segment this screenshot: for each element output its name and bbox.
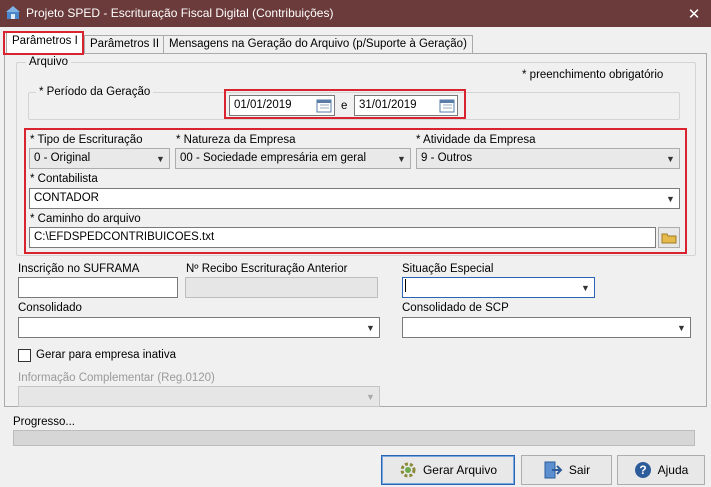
svg-text:?: ? [639,463,646,477]
ajuda-button[interactable]: ? Ajuda [617,455,705,485]
chevron-down-icon: ▼ [366,391,375,402]
chevron-down-icon: ▼ [677,322,686,333]
help-icon: ? [634,462,651,478]
consolidado-label: Consolidado [18,302,82,314]
recibo-field [185,277,378,298]
highlight-periodo [224,89,466,119]
consolidado-scp-label: Consolidado de SCP [402,302,509,314]
periodo-label: * Período da Geração [36,86,154,98]
chevron-down-icon: ▼ [366,322,375,333]
suframa-field[interactable] [18,277,178,298]
info-comp-label: Informação Complementar (Reg.0120) [18,372,215,384]
tab-mensagens[interactable]: Mensagens na Geração do Arquivo (p/Supor… [163,35,473,53]
consolidado-select[interactable]: ▼ [18,317,380,338]
arquivo-group-label: Arquivo [26,56,71,68]
highlight-tab [3,31,84,55]
situacao-label: Situação Especial [402,263,494,275]
progress-bar [13,430,695,446]
gerar-arquivo-button[interactable]: Gerar Arquivo [381,455,515,485]
window-title: Projeto SPED - Escrituração Fiscal Digit… [26,6,334,20]
close-button[interactable]: ✕ [677,0,711,27]
required-note: * preenchimento obrigatório [522,69,664,81]
chevron-down-icon: ▼ [581,282,590,293]
info-comp-select: ▼ [18,386,380,407]
progress-label: Progresso... [13,416,75,428]
tab-parametros-ii[interactable]: Parâmetros II [84,35,166,53]
app-icon [6,6,20,19]
gear-icon [400,462,416,478]
text-caret [405,279,406,292]
exit-door-icon [544,461,563,479]
title-bar: Projeto SPED - Escrituração Fiscal Digit… [0,0,711,27]
inativa-checkbox[interactable] [18,349,31,362]
recibo-label: Nº Recibo Escrituração Anterior [186,263,348,275]
sair-button[interactable]: Sair [521,455,612,485]
suframa-label: Inscrição no SUFRAMA [18,263,140,275]
highlight-main [24,128,687,254]
close-icon: ✕ [687,5,701,23]
situacao-select[interactable]: ▼ [402,277,595,298]
inativa-label: Gerar para empresa inativa [36,349,176,361]
consolidado-scp-select[interactable]: ▼ [402,317,691,338]
